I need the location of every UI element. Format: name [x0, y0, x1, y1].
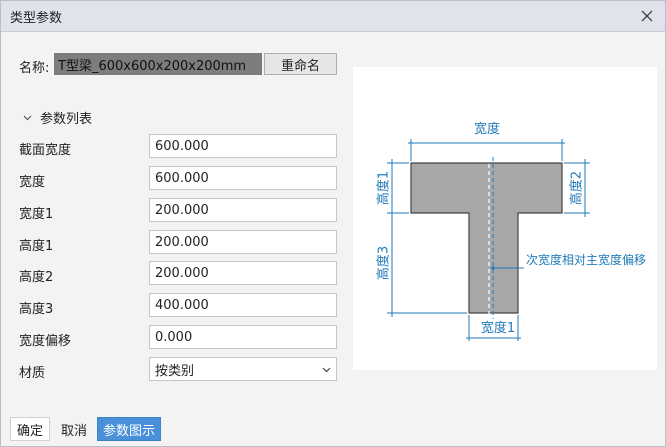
param-input-section-width[interactable]: [149, 134, 337, 158]
param-input-width1[interactable]: [149, 198, 337, 222]
name-input[interactable]: [54, 53, 262, 75]
chevron-down-icon: [322, 362, 331, 377]
param-input-width-offset[interactable]: [149, 325, 337, 349]
param-label-section-width: 截面宽度: [19, 143, 72, 158]
dialog-title: 类型参数: [10, 11, 63, 26]
param-input-height2[interactable]: [149, 261, 337, 285]
param-label-width1: 宽度1: [19, 207, 54, 222]
param-list-header[interactable]: 参数列表: [23, 108, 92, 127]
t-beam-diagram: 宽度 高度1 高度3 高度2 宽度1 次宽度相对主宽度偏移: [376, 121, 646, 341]
param-label-height3: 高度3: [19, 302, 54, 317]
param-label-width-offset: 宽度偏移: [19, 334, 72, 349]
material-value: 按类别: [155, 363, 195, 379]
h2-dim-label: 高度2: [569, 171, 585, 205]
h3-dim-label: 高度3: [376, 246, 392, 280]
name-label: 名称:: [19, 61, 50, 76]
param-input-width[interactable]: [149, 166, 337, 190]
param-label-height2: 高度2: [19, 270, 54, 285]
chevron-down-icon: [23, 110, 32, 125]
cancel-button[interactable]: 取消: [54, 417, 94, 441]
parameter-diagram: 宽度 高度1 高度3 高度2 宽度1 次宽度相对主宽度偏移: [353, 67, 657, 370]
type-parameters-dialog: 类型参数 名称: 重命名 参数列表 截面宽度 宽度 宽度1 高度1 高度2 高度…: [0, 0, 666, 447]
section-label: 参数列表: [40, 112, 93, 127]
material-select[interactable]: 按类别: [149, 357, 337, 381]
t-beam-shape: [410, 162, 563, 314]
ok-button[interactable]: 确定: [10, 417, 50, 441]
offset-leader-dot: [491, 266, 495, 270]
h1-dim-label: 高度1: [376, 171, 392, 205]
param-input-height3[interactable]: [149, 293, 337, 317]
rename-button[interactable]: 重命名: [264, 53, 337, 75]
param-label-width: 宽度: [19, 175, 46, 190]
w1-dim-label: 宽度1: [481, 320, 515, 336]
width-dim-label: 宽度: [474, 121, 500, 137]
title-bar: 类型参数: [1, 1, 665, 32]
params-diagram-button[interactable]: 参数图示: [97, 417, 161, 441]
param-input-height1[interactable]: [149, 230, 337, 254]
param-label-height1: 高度1: [19, 239, 54, 254]
close-icon[interactable]: [637, 6, 657, 26]
offset-label: 次宽度相对主宽度偏移: [526, 252, 646, 267]
material-label: 材质: [19, 366, 46, 381]
